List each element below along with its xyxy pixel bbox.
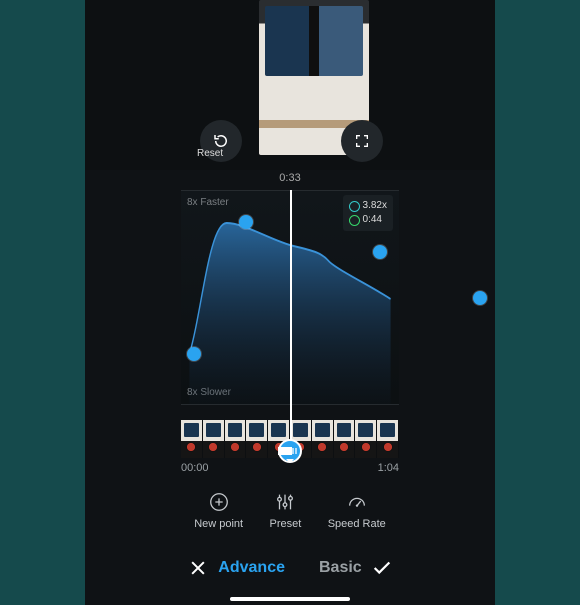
confirm-button[interactable] <box>365 557 399 579</box>
control-point[interactable] <box>373 245 387 259</box>
tab-advance[interactable]: Advance <box>218 559 285 577</box>
control-point[interactable] <box>473 291 487 305</box>
tool-label: Preset <box>270 518 302 530</box>
reset-label: Reset <box>197 148 223 159</box>
filmstrip-frame <box>246 420 268 458</box>
playhead-time: 0:33 <box>85 172 495 184</box>
speedometer-icon <box>345 490 369 514</box>
cancel-button[interactable] <box>181 558 215 578</box>
preset-button[interactable]: Preset <box>270 490 302 542</box>
control-point[interactable] <box>187 347 201 361</box>
playhead-caret-icon <box>286 459 294 467</box>
filmstrip-frame <box>225 420 247 458</box>
home-indicator[interactable] <box>230 597 350 601</box>
tool-label: Speed Rate <box>328 518 386 530</box>
control-point[interactable] <box>239 215 253 229</box>
timeline-end: 1:04 <box>378 462 399 474</box>
filmstrip-frame <box>312 420 334 458</box>
new-point-button[interactable]: New point <box>194 490 243 542</box>
filmstrip-frame <box>203 420 225 458</box>
tool-label: New point <box>194 518 243 530</box>
tools-row: New point Preset Speed Rate <box>181 490 399 542</box>
playhead[interactable] <box>290 190 292 458</box>
plus-circle-icon <box>207 490 231 514</box>
fullscreen-icon <box>354 133 370 149</box>
sliders-icon <box>273 490 297 514</box>
filmstrip-frame <box>334 420 356 458</box>
handle-icon <box>288 446 298 456</box>
close-icon <box>188 558 208 578</box>
filmstrip-frame <box>355 420 377 458</box>
speed-rate-button[interactable]: Speed Rate <box>328 490 386 542</box>
timeline-start: 00:00 <box>181 462 209 474</box>
filmstrip-frame <box>181 420 203 458</box>
mode-bar: Advance Basic <box>181 548 399 588</box>
app-screen: Reset 0:33 8x Faster 8x Slower 3.82x 0:4… <box>85 0 495 605</box>
tab-basic[interactable]: Basic <box>319 559 362 577</box>
filmstrip-frame <box>377 420 399 458</box>
fullscreen-button[interactable] <box>341 120 383 162</box>
video-preview: Reset <box>85 0 495 170</box>
check-icon <box>371 557 393 579</box>
